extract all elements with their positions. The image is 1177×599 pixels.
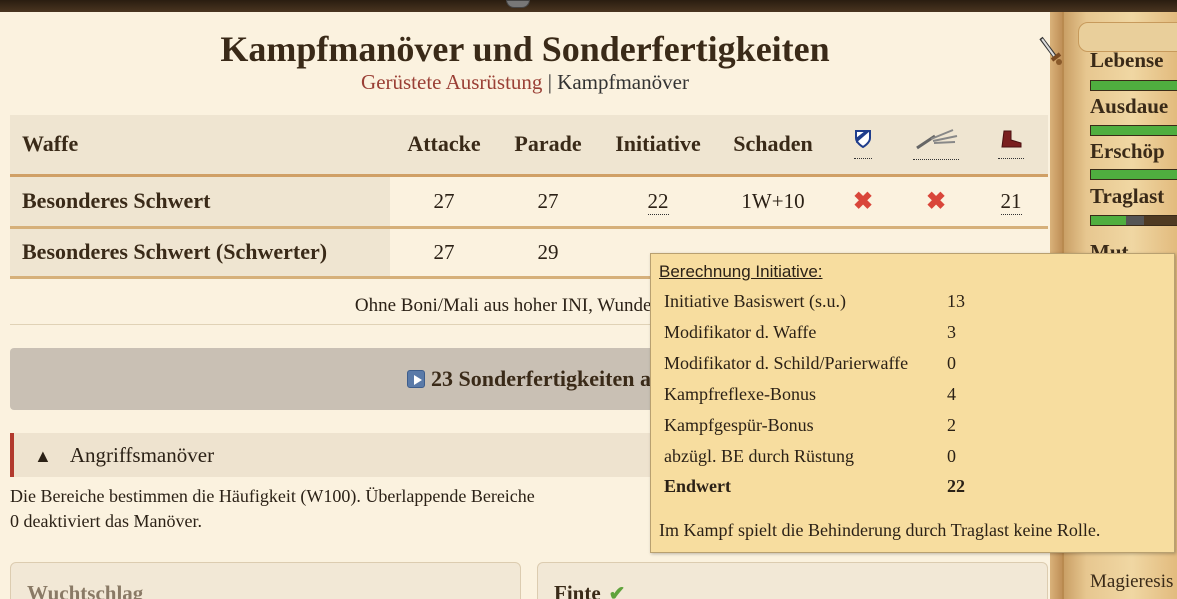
sword-cursor-icon — [1038, 36, 1064, 66]
stat-label: Traglast — [1090, 184, 1165, 208]
tooltip-row-value: 3 — [947, 322, 956, 342]
cross-icon: ✖ — [852, 188, 874, 215]
stat-bar-overload — [1126, 216, 1145, 225]
special-abilities-label: 23 Sonderfertigkeiten a — [431, 366, 651, 391]
parry-value: 27 — [498, 175, 598, 229]
equipped-gear-link[interactable]: Gerüstete Ausrüstung — [361, 70, 542, 94]
stat-bar-fill — [1091, 126, 1177, 135]
stat-label: Ausdaue — [1090, 94, 1169, 118]
weapon-name: Besonderes Schwert (Schwerter) — [10, 227, 390, 279]
maneuver-card-finte[interactable]: Finte ✔ — [537, 562, 1048, 599]
stat-bar-fill — [1091, 170, 1177, 179]
tooltip-footer: Im Kampf spielt die Behinderung durch Tr… — [659, 520, 1101, 540]
tooltip-row-label: Kampfgespür-Bonus — [664, 415, 814, 435]
initiative-value[interactable]: 22 — [647, 188, 669, 215]
tooltip-row-label: abzügl. BE durch Rüstung — [664, 446, 854, 466]
stat-bar-fill — [1091, 81, 1177, 90]
attack-maneuvers-title: Angriffsmanöver — [69, 443, 215, 467]
stat-bar — [1090, 80, 1177, 91]
stat-label: Magieresis — [1090, 571, 1174, 592]
tooltip-row-label: Initiative Basiswert (s.u.) — [664, 291, 846, 311]
shield-icon[interactable] — [854, 129, 872, 160]
initiative-tooltip: Berechnung Initiative: Initiative Basisw… — [650, 253, 1175, 553]
maneuver-card-wuchtschlag[interactable]: Wuchtschlag — [10, 562, 521, 599]
parry-value: 29 — [498, 227, 598, 279]
parry-weapon-icon[interactable] — [913, 128, 959, 161]
col-weapon: Waffe — [10, 115, 390, 177]
checkmark-icon: ✔ — [608, 583, 626, 599]
col-attack: Attacke — [390, 115, 498, 177]
top-strip — [0, 0, 1177, 12]
stat-label: Lebense — [1090, 48, 1164, 72]
tooltip-row-label: Modifikator d. Waffe — [664, 322, 817, 342]
collapse-icon: ▲ — [34, 446, 52, 466]
shield-cell: ✖ — [828, 175, 898, 229]
weapon-name: Besonderes Schwert — [10, 175, 390, 229]
subnav-separator: | — [542, 70, 558, 94]
col-parry: Parade — [498, 115, 598, 177]
table-row: Besonderes Schwert 27 27 22 1W+10 ✖ ✖ 21 — [10, 175, 1048, 229]
tooltip-row-label: Modifikator d. Schild/Parierwaffe — [664, 353, 909, 373]
tooltip-row-value: 4 — [947, 384, 956, 404]
damage-value: 1W+10 — [718, 175, 828, 229]
tooltip-row-value: 13 — [947, 291, 965, 311]
col-damage: Schaden — [718, 115, 828, 177]
col-shield — [828, 115, 898, 177]
table-header-row: Waffe Attacke Parade Initiative Schaden — [10, 115, 1048, 177]
stat-bar — [1090, 125, 1177, 136]
tooltip-total-label: Endwert — [664, 476, 731, 496]
play-icon — [407, 370, 426, 388]
page-title: Kampfmanöver und Sonderfertigkeiten — [220, 29, 830, 69]
tooltip-row-value: 0 — [947, 353, 956, 373]
parry-weapon-cell: ✖ — [898, 175, 974, 229]
stat-bar — [1090, 169, 1177, 180]
stat-label: Erschöp — [1090, 139, 1165, 163]
tooltip-row-value: 0 — [947, 446, 956, 466]
sub-navigation: Gerüstete Ausrüstung | Kampfmanöver — [0, 70, 1050, 95]
attack-value: 27 — [390, 175, 498, 229]
maneuver-card-title: Finte — [554, 581, 601, 599]
boot-icon[interactable] — [998, 129, 1024, 160]
boot-value[interactable]: 21 — [1000, 188, 1022, 215]
subnav-current: Kampfmanöver — [557, 70, 689, 94]
tooltip-row-label: Kampfreflexe-Bonus — [664, 384, 816, 404]
col-parry-weapon — [898, 115, 974, 177]
tooltip-row-value: 2 — [947, 415, 956, 435]
boot-cell: 21 — [974, 175, 1048, 229]
tooltip-title: Berechnung Initiative: — [659, 262, 823, 281]
stat-bar-fill — [1091, 216, 1127, 225]
col-boot — [974, 115, 1048, 177]
maneuver-card-title: Wuchtschlag — [27, 581, 144, 599]
attack-value: 27 — [390, 227, 498, 279]
initiative-cell: 22 — [598, 175, 718, 229]
tooltip-total-value: 22 — [947, 476, 965, 496]
stat-bar — [1090, 215, 1177, 226]
cross-icon: ✖ — [925, 188, 947, 215]
col-initiative: Initiative — [598, 115, 718, 177]
